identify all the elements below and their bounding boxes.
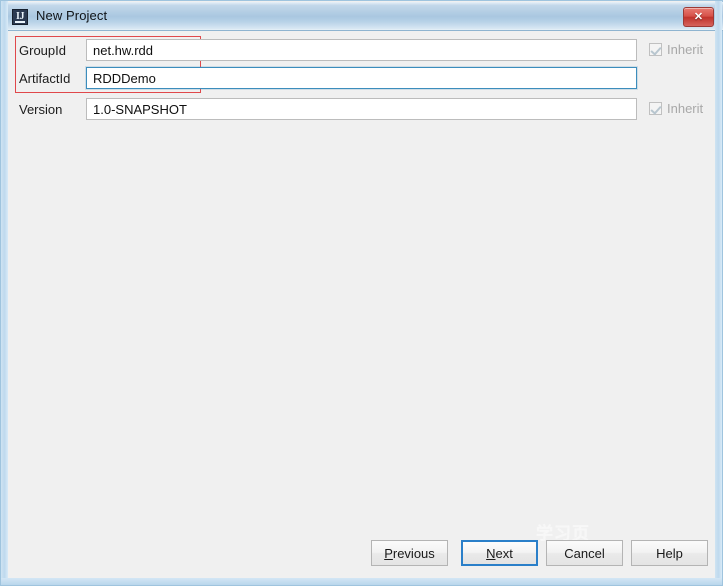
previous-button[interactable]: Previous	[371, 540, 448, 566]
window-frame-left	[1, 1, 8, 585]
form-row-version: Version Inherit	[8, 96, 717, 124]
groupid-inherit-checkbox[interactable]: Inherit	[649, 42, 703, 57]
version-input[interactable]	[86, 98, 637, 120]
close-button[interactable]: ✕	[683, 7, 714, 27]
checkbox-checked-icon	[649, 43, 662, 56]
groupid-label: GroupId	[19, 43, 66, 58]
next-button-label: ext	[495, 545, 513, 561]
form-row-groupid: GroupId Inherit	[8, 37, 717, 65]
next-button[interactable]: Next	[461, 540, 538, 566]
version-inherit-checkbox[interactable]: Inherit	[649, 101, 703, 116]
cancel-button[interactable]: Cancel	[546, 540, 623, 566]
title-bar[interactable]: IJ New Project ✕	[2, 2, 723, 31]
intellij-idea-icon: IJ	[12, 9, 28, 25]
window-title: New Project	[36, 8, 108, 23]
new-project-dialog: IJ New Project ✕ GroupId Inherit Artifac…	[0, 0, 723, 586]
help-button[interactable]: Help	[631, 540, 708, 566]
dialog-button-bar: Previous Next Cancel Help	[8, 540, 717, 572]
previous-button-mnemonic: P	[384, 545, 393, 561]
artifactid-label: ArtifactId	[19, 71, 71, 86]
artifactid-input[interactable]	[86, 67, 637, 89]
groupid-inherit-label: Inherit	[667, 42, 704, 57]
previous-button-label: revious	[392, 545, 435, 561]
next-button-mnemonic: N	[486, 545, 496, 561]
dialog-content: GroupId Inherit ArtifactId Version Inher…	[8, 31, 717, 580]
version-label: Version	[19, 102, 63, 117]
version-inherit-label: Inherit	[667, 101, 704, 116]
checkbox-checked-icon	[649, 102, 662, 115]
form-row-artifactid: ArtifactId	[8, 65, 717, 93]
groupid-input[interactable]	[86, 39, 637, 61]
close-icon: ✕	[693, 10, 704, 23]
